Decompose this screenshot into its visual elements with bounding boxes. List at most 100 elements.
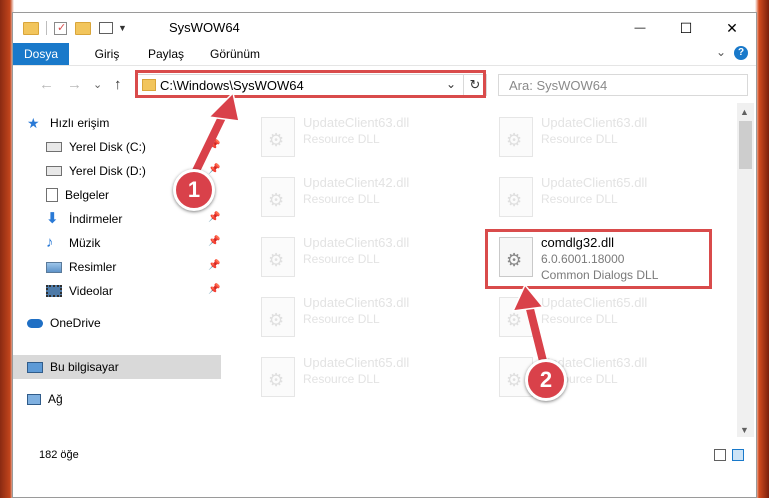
sidebar-item-label: Resimler	[69, 260, 117, 274]
step-2-badge: 2	[525, 359, 567, 401]
gear-icon: ⚙	[268, 190, 285, 210]
sidebar-item-label: İndirmeler	[69, 212, 123, 226]
close-icon: ✕	[726, 19, 738, 36]
sidebar-item-onedrive[interactable]: OneDrive	[13, 311, 221, 335]
file-name: UpdateClient65.dll	[303, 355, 410, 370]
pin-icon[interactable]: 📌	[208, 140, 220, 151]
sidebar-item-music[interactable]: ♪ Müzik	[13, 231, 221, 255]
file-description: Resource DLL	[303, 312, 380, 326]
pictures-icon	[46, 261, 62, 273]
tab-paylas[interactable]: Paylaş	[139, 43, 193, 65]
dll-file-icon: ⚙	[261, 237, 295, 277]
sidebar-item-label: Yerel Disk (D:)	[69, 164, 146, 178]
dll-file-icon: ⚙	[261, 297, 295, 337]
maximize-button[interactable]: ☐	[663, 13, 709, 43]
gear-icon: ⚙	[506, 370, 523, 390]
vertical-scrollbar[interactable]: ▲ ▼	[737, 103, 754, 437]
file-item[interactable]: ⚙ UpdateClient63.dll Resource DLL	[253, 291, 473, 347]
customize-toolbar-icon[interactable]	[99, 22, 113, 34]
pin-icon[interactable]: 📌	[208, 164, 220, 175]
file-item[interactable]: ⚙ UpdateClient63.dll Resource DLL	[253, 111, 473, 167]
pin-icon[interactable]: 📌	[208, 260, 220, 271]
help-icon[interactable]: ?	[734, 46, 748, 60]
explorer-window: ✓ ▼ SysWOW64 — ☐ ✕ Dosya Giriş Paylaş Gö…	[12, 12, 757, 498]
tab-giris[interactable]: Giriş	[83, 43, 131, 65]
properties-icon[interactable]: ✓	[54, 21, 67, 35]
sidebar-item-videos[interactable]: Videolar	[13, 279, 221, 303]
file-name: UpdateClient65.dll	[541, 295, 648, 310]
forward-button[interactable]: →	[67, 76, 82, 93]
video-icon	[46, 285, 62, 297]
gear-icon: ⚙	[506, 190, 523, 210]
title-bar: ✓ ▼ SysWOW64 — ☐ ✕	[13, 13, 756, 43]
close-button[interactable]: ✕	[709, 13, 755, 43]
gear-icon: ⚙	[506, 130, 523, 150]
gear-icon: ⚙	[268, 370, 285, 390]
address-highlight-box	[135, 70, 486, 98]
minimize-button[interactable]: —	[617, 13, 663, 43]
sidebar-item-label: Hızlı erişim	[50, 116, 110, 130]
new-folder-icon[interactable]	[75, 21, 91, 35]
maximize-icon: ☐	[679, 19, 693, 36]
search-input[interactable]: Ara: SysWOW64	[509, 78, 607, 93]
back-button[interactable]: ←	[39, 76, 54, 93]
expand-ribbon-icon[interactable]: ⌄	[716, 45, 726, 59]
sidebar-item-pictures[interactable]: Resimler	[13, 255, 221, 279]
download-icon: ⬇	[46, 210, 59, 227]
scroll-down-icon[interactable]: ▼	[740, 425, 749, 435]
recent-locations-button[interactable]: ⌄	[93, 78, 102, 91]
item-count: 182 öğe	[39, 449, 79, 461]
file-name: UpdateClient63.dll	[541, 115, 648, 130]
file-item[interactable]: ⚙ UpdateClient63.dll Resource DLL	[253, 231, 473, 287]
gear-icon: ⚙	[268, 250, 285, 270]
scroll-thumb[interactable]	[739, 121, 752, 169]
sidebar-item-local-disk-c[interactable]: Yerel Disk (C:)	[13, 135, 221, 159]
sidebar-item-network[interactable]: Ağ	[13, 387, 221, 411]
sidebar-item-label: Belgeler	[65, 188, 110, 202]
file-highlight-box	[485, 229, 712, 289]
dll-file-icon: ⚙	[499, 117, 533, 157]
search-box[interactable]: Ara: SysWOW64	[498, 74, 748, 96]
navigation-pane: ★ Hızlı erişim Yerel Disk (C:) 📌 Yerel D…	[13, 103, 221, 437]
pin-icon[interactable]: 📌	[208, 212, 220, 223]
file-description: Resource DLL	[303, 372, 380, 386]
dll-file-icon: ⚙	[261, 357, 295, 397]
details-view-icon[interactable]	[714, 449, 726, 461]
music-icon: ♪	[46, 234, 54, 251]
pin-icon[interactable]: 📌	[208, 284, 220, 295]
file-description: Resource DLL	[303, 132, 380, 146]
up-button[interactable]: ↑	[114, 76, 122, 93]
file-description: Resource DLL	[541, 192, 618, 206]
sidebar-item-label: Ağ	[48, 392, 63, 406]
dll-file-icon: ⚙	[261, 117, 295, 157]
file-item[interactable]: ⚙ UpdateClient65.dll Resource DLL	[491, 291, 711, 347]
sidebar-item-label: Bu bilgisayar	[50, 360, 119, 374]
file-name: UpdateClient63.dll	[303, 115, 410, 130]
sidebar-item-quick-access[interactable]: ★ Hızlı erişim	[13, 111, 221, 135]
scroll-up-icon[interactable]: ▲	[740, 107, 749, 117]
large-icons-view-icon[interactable]	[732, 449, 744, 461]
sidebar-item-this-pc[interactable]: Bu bilgisayar	[13, 355, 221, 379]
gear-icon: ⚙	[506, 310, 523, 330]
file-item[interactable]: ⚙ UpdateClient63.dll Resource DLL	[491, 111, 711, 167]
gear-icon: ⚙	[268, 130, 285, 150]
file-item[interactable]: ⚙ UpdateClient63.dll Resource DLL	[491, 351, 711, 407]
sidebar-item-label: OneDrive	[50, 316, 101, 330]
network-icon	[27, 393, 41, 405]
tab-gorunum[interactable]: Görünüm	[199, 43, 271, 65]
file-item[interactable]: ⚙ UpdateClient65.dll Resource DLL	[491, 171, 711, 227]
sidebar-item-label: Yerel Disk (C:)	[69, 140, 146, 154]
file-item[interactable]: ⚙ UpdateClient42.dll Resource DLL	[253, 171, 473, 227]
sidebar-item-label: Videolar	[69, 284, 113, 298]
window-title: SysWOW64	[169, 20, 240, 35]
dll-file-icon: ⚙	[261, 177, 295, 217]
divider	[46, 21, 47, 35]
pin-icon[interactable]: 📌	[208, 236, 220, 247]
file-item[interactable]: ⚙ UpdateClient65.dll Resource DLL	[253, 351, 473, 407]
file-description: Resource DLL	[541, 132, 618, 146]
file-name: UpdateClient63.dll	[303, 235, 410, 250]
dll-file-icon: ⚙	[499, 177, 533, 217]
chevron-down-icon[interactable]: ▼	[118, 23, 127, 33]
step-1-badge: 1	[173, 169, 215, 211]
tab-dosya[interactable]: Dosya	[13, 43, 69, 65]
